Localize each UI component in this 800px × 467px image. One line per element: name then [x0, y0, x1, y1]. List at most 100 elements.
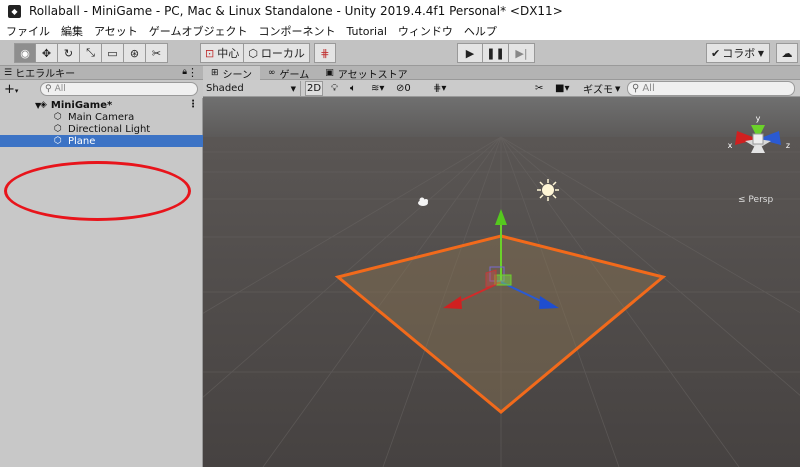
- game-icon: ∞: [268, 68, 276, 78]
- step-button[interactable]: ▶|: [509, 43, 535, 63]
- play-button[interactable]: ▶: [457, 43, 483, 63]
- projection-label[interactable]: ≤ Persp: [738, 195, 773, 205]
- speaker-icon: 🔈︎: [350, 83, 356, 94]
- step-icon: ▶|: [515, 46, 528, 60]
- main-toolbar: ◉ ✥ ↻ ⤡ ▭ ⊛ ✂ ⊡ 中心 ⬡ ローカル ⋕ ▶ ❚❚ ▶| ✔ コラ…: [0, 40, 800, 66]
- search-icon: ⚲: [45, 84, 52, 94]
- hierarchy-item-label: Plane: [68, 135, 96, 147]
- eye-icon: ◉: [20, 46, 30, 60]
- scene-row[interactable]: ▼ ◈ MiniGame* ⋮: [0, 99, 203, 111]
- 2d-toggle-label: 2D: [306, 83, 322, 94]
- 2d-toggle-button[interactable]: 2D: [305, 81, 323, 96]
- lighting-toggle[interactable]: 💡︎: [331, 81, 338, 96]
- move-icon: ✥: [41, 46, 52, 60]
- camera-dropdown[interactable]: ■▾: [555, 81, 569, 96]
- transform-tools: ◉ ✥ ↻ ⤡ ▭ ⊛ ✂: [14, 43, 168, 63]
- play-controls: ▶ ❚❚ ▶|: [457, 43, 535, 63]
- axis-x-label: x: [728, 141, 733, 150]
- tab-scene[interactable]: ⊞ シーン: [203, 66, 261, 81]
- scene-toolbar: Shaded ▼ 2D 💡︎ 🔈︎ ≋▾ ⊘ 0 ⋕▾ ✂ ■▾ ギズモ ▼ ⚲…: [203, 80, 800, 97]
- expand-arrow-icon[interactable]: ▼: [35, 101, 41, 110]
- grid-icon: ⊞: [211, 68, 219, 78]
- kebab-menu-icon[interactable]: ⋮: [188, 99, 198, 110]
- hidden-objects-toggle[interactable]: ⊘ 0: [396, 81, 411, 96]
- menu-assets[interactable]: アセット: [94, 23, 138, 39]
- scene-search-input[interactable]: ⚲ All: [627, 81, 795, 96]
- persp-arrow-icon: ≤: [738, 195, 746, 205]
- list-icon: ☰: [4, 67, 13, 78]
- hierarchy-item-main-camera[interactable]: ⬡ Main Camera: [0, 111, 203, 123]
- play-icon: ▶: [465, 46, 475, 60]
- scene-name: MiniGame*: [50, 99, 113, 111]
- move-tool-button[interactable]: ✥: [36, 43, 58, 63]
- hierarchy-panel: ☰ ヒエラルキー 🔒︎ ⋮ +▾ ⚲ All ▼ ◈ MiniGame* ⋮ ⬡…: [0, 66, 203, 467]
- menu-tutorial[interactable]: Tutorial: [346, 25, 386, 38]
- title-bar: ◆ Rollaball - MiniGame - PC, Mac & Linux…: [0, 0, 800, 22]
- chevron-down-icon: ▼: [290, 84, 296, 93]
- rotate-tool-button[interactable]: ↻: [58, 43, 80, 63]
- transform-tool-button[interactable]: ⊛: [124, 43, 146, 63]
- lightbulb-icon: 💡︎: [331, 83, 338, 94]
- tools-icon: ✂: [535, 83, 544, 94]
- menu-file[interactable]: ファイル: [6, 23, 50, 39]
- hierarchy-item-directional-light[interactable]: ⬡ Directional Light: [0, 123, 203, 135]
- hierarchy-search-input[interactable]: ⚲ All: [40, 82, 198, 96]
- menu-gameobject[interactable]: ゲームオブジェクト: [149, 23, 248, 39]
- axis-z-label: z: [786, 141, 790, 150]
- hidden-count: 0: [404, 83, 411, 94]
- tab-asset-store-label: アセットストア: [337, 69, 408, 81]
- hierarchy-tree: ▼ ◈ MiniGame* ⋮ ⬡ Main Camera ⬡ Directio…: [0, 99, 203, 147]
- effects-dropdown[interactable]: ≋▾: [371, 81, 384, 96]
- hierarchy-item-label: Directional Light: [68, 123, 151, 135]
- pause-icon: ❚❚: [486, 46, 505, 60]
- collab-button[interactable]: ✔ コラボ ▼: [706, 43, 770, 63]
- store-icon: ▣: [325, 68, 334, 78]
- grid-toggle[interactable]: ⋕▾: [433, 81, 446, 96]
- cloud-button[interactable]: ☁: [776, 43, 798, 63]
- menu-bar: ファイル 編集 アセット ゲームオブジェクト コンポーネント Tutorial …: [0, 22, 800, 40]
- tools-button[interactable]: ✂: [535, 81, 543, 96]
- create-button[interactable]: +▾: [4, 82, 26, 97]
- hierarchy-tab[interactable]: ☰ ヒエラルキー 🔒︎ ⋮: [0, 66, 203, 80]
- scale-tool-button[interactable]: ⤡: [80, 43, 102, 63]
- gizmos-dropdown[interactable]: ギズモ ▼: [583, 81, 621, 97]
- chevron-down-icon: ▼: [615, 84, 621, 93]
- scene-canvas: y x z: [203, 97, 800, 467]
- hierarchy-toolbar: +▾ ⚲ All: [0, 80, 203, 98]
- shading-mode-dropdown[interactable]: Shaded ▼: [206, 81, 301, 96]
- hierarchy-tab-label: ヒエラルキー: [15, 69, 76, 80]
- custom-tool-button[interactable]: ✂: [146, 43, 168, 63]
- menu-help[interactable]: ヘルプ: [464, 23, 497, 39]
- snap-button[interactable]: ⋕: [313, 43, 336, 63]
- gameobject-cube-icon: ⬡: [54, 124, 62, 134]
- menu-edit[interactable]: 編集: [61, 23, 83, 39]
- pivot-space-label: ローカル: [260, 47, 305, 60]
- pivot-space-button[interactable]: ⬡ ローカル: [244, 43, 310, 63]
- collab-label: コラボ: [722, 47, 756, 60]
- scene-viewport[interactable]: y x z ≤ Persp: [203, 97, 800, 467]
- chevron-down-icon: ▾: [14, 86, 19, 95]
- audio-toggle[interactable]: 🔈︎: [350, 81, 356, 96]
- eye-slash-icon: ⊘: [396, 83, 405, 94]
- menu-component[interactable]: コンポーネント: [258, 23, 335, 39]
- cloud-icon: ☁: [781, 46, 793, 60]
- pause-button[interactable]: ❚❚: [483, 43, 509, 63]
- pivot-mode-label: 中心: [217, 47, 240, 60]
- hierarchy-item-plane[interactable]: ⬡ Plane: [0, 135, 203, 147]
- tab-game[interactable]: ∞ ゲーム: [260, 66, 317, 81]
- shading-mode-value: Shaded: [206, 83, 244, 94]
- scene-panel: ⊞ シーン ∞ ゲーム ▣ アセットストア Shaded ▼ 2D 💡︎ 🔈︎ …: [203, 66, 800, 467]
- view-tool-button[interactable]: ◉: [14, 43, 36, 63]
- kebab-menu-icon[interactable]: ⋮: [187, 66, 198, 79]
- pivot-mode-button[interactable]: ⊡ 中心: [200, 43, 245, 63]
- scene-tabs: ⊞ シーン ∞ ゲーム ▣ アセットストア: [203, 66, 800, 81]
- sky: [203, 97, 800, 137]
- pivot-icon: ⊡: [205, 46, 215, 60]
- rect-tool-button[interactable]: ▭: [102, 43, 124, 63]
- tools-icon: ✂: [151, 46, 162, 60]
- rect-icon: ▭: [107, 46, 118, 60]
- search-icon: ⚲: [632, 83, 640, 94]
- tab-asset-store[interactable]: ▣ アセットストア: [317, 66, 415, 81]
- menu-window[interactable]: ウィンドウ: [398, 23, 453, 39]
- light-gizmo[interactable]: [537, 179, 559, 201]
